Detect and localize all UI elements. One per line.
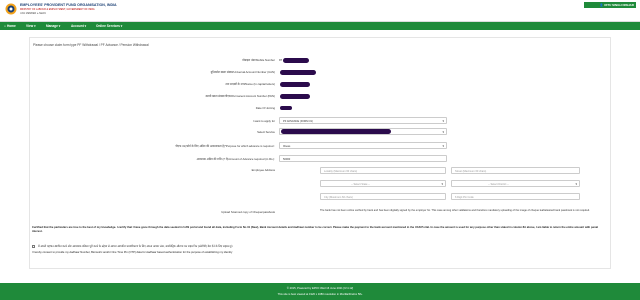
mobile-value: 97 xyxy=(279,58,283,62)
consent-hindi-text: मैं अपनी पहचान स्थापित करने और आवश्यक प्… xyxy=(38,244,233,248)
redaction-mark xyxy=(280,69,316,75)
nav-manage[interactable]: Manage ▾ xyxy=(46,24,60,28)
site-header: EMPLOYEES' PROVIDENT FUND ORGANISATION, … xyxy=(0,0,640,22)
redaction-mark xyxy=(281,129,391,134)
caret-down-icon: ▾ xyxy=(57,23,61,28)
redaction-mark xyxy=(280,81,310,87)
portal-name: UAN MEMBER e-SEWA xyxy=(20,11,46,15)
chevron-down-icon: ▾ xyxy=(442,130,444,135)
locality-input[interactable]: Locality (Maximum 60 chars) xyxy=(320,167,446,174)
footer-note: This site is best viewed at 1920 x 1080 … xyxy=(277,293,363,296)
redaction-mark xyxy=(280,93,310,99)
redaction-mark xyxy=(283,57,309,63)
doj-label: Date Of Joining xyxy=(255,106,275,110)
epfo-logo xyxy=(5,3,17,15)
amount-input[interactable]: 50000 xyxy=(279,155,447,162)
footer-copyright: © 2015, Powered by EPFO Wed 16 June 2021… xyxy=(286,287,354,290)
pan-label: स्थायी खाता संख्या/पीएफ/Permanent Accoun… xyxy=(205,94,275,98)
chevron-down-icon: ▾ xyxy=(441,182,443,187)
uan-label: यूनिवर्सल खाता संख्या/Universal Account … xyxy=(210,70,275,74)
upload-note: The bank has not been online verified by… xyxy=(320,209,590,212)
chevron-down-icon: ▾ xyxy=(575,182,577,187)
caret-down-icon: ▾ xyxy=(83,23,87,28)
nav-account[interactable]: Account ▾ xyxy=(71,24,86,28)
street-input[interactable]: Street (Maximum 60 chars) xyxy=(451,167,580,174)
mobile-label: मोबाइल नंबर/Mobile Number xyxy=(242,58,275,62)
consent-english-text: I hereby consent to provide my Aadhaar N… xyxy=(32,251,233,254)
claim-form-panel: Please choose claim form type PF Withdra… xyxy=(29,37,611,269)
nav-home[interactable]: ⌂Home xyxy=(4,24,16,28)
main-nav: ⌂Home View ▾ Manage ▾ Account ▾ Online S… xyxy=(0,22,640,30)
state-select[interactable]: -- Select State -- ▾ xyxy=(320,180,446,187)
purpose-select[interactable]: Illness ▾ xyxy=(279,142,447,149)
city-input[interactable]: City (Maximum 60 chars) xyxy=(320,193,446,200)
caret-down-icon: ▾ xyxy=(33,23,36,28)
org-name: EMPLOYEES' PROVIDENT FUND ORGANISATION, … xyxy=(20,3,117,7)
district-select[interactable]: -- Select District -- ▾ xyxy=(451,180,580,187)
amount-label: आवश्यक अग्रिम की राशि (₹ में)/Amount of … xyxy=(196,157,275,161)
name-label: नाम सदस्यों के नाम/Name (In capital lett… xyxy=(225,82,275,86)
pincode-input[interactable]: 6 Digit Pin Code xyxy=(451,193,580,200)
address-label: Employee Address xyxy=(251,168,275,172)
home-icon: ⌂ xyxy=(4,23,6,28)
chevron-down-icon: ▾ xyxy=(442,119,444,124)
apply-for-select[interactable]: PF ADVANCE (FORM 31) ▾ xyxy=(279,117,447,124)
redaction-mark xyxy=(280,106,292,110)
nav-online-services[interactable]: Online Services ▾ xyxy=(96,24,122,28)
certificate-text: Certified that the particulars are true … xyxy=(32,226,598,233)
panel-title: Please choose claim form type PF Withdra… xyxy=(33,43,149,47)
consent-checkbox[interactable] xyxy=(32,245,35,248)
user-name[interactable]: 👤 RITU SINGH NISHAD xyxy=(600,3,634,7)
apply-for-label: I want to apply for xyxy=(252,119,275,123)
caret-down-icon: ▾ xyxy=(119,23,123,28)
purpose-label: पीएफ 31(फॉर्म के लिए अग्रिम की आवश्यकता … xyxy=(175,144,275,148)
upload-label: Upload Scanned copy of Cheque/passbook xyxy=(221,210,275,214)
site-footer: © 2015, Powered by EPFO Wed 16 June 2021… xyxy=(0,283,640,300)
nav-view[interactable]: View ▾ xyxy=(26,24,36,28)
chevron-down-icon: ▾ xyxy=(442,144,444,149)
service-label: Select Service xyxy=(257,130,275,134)
